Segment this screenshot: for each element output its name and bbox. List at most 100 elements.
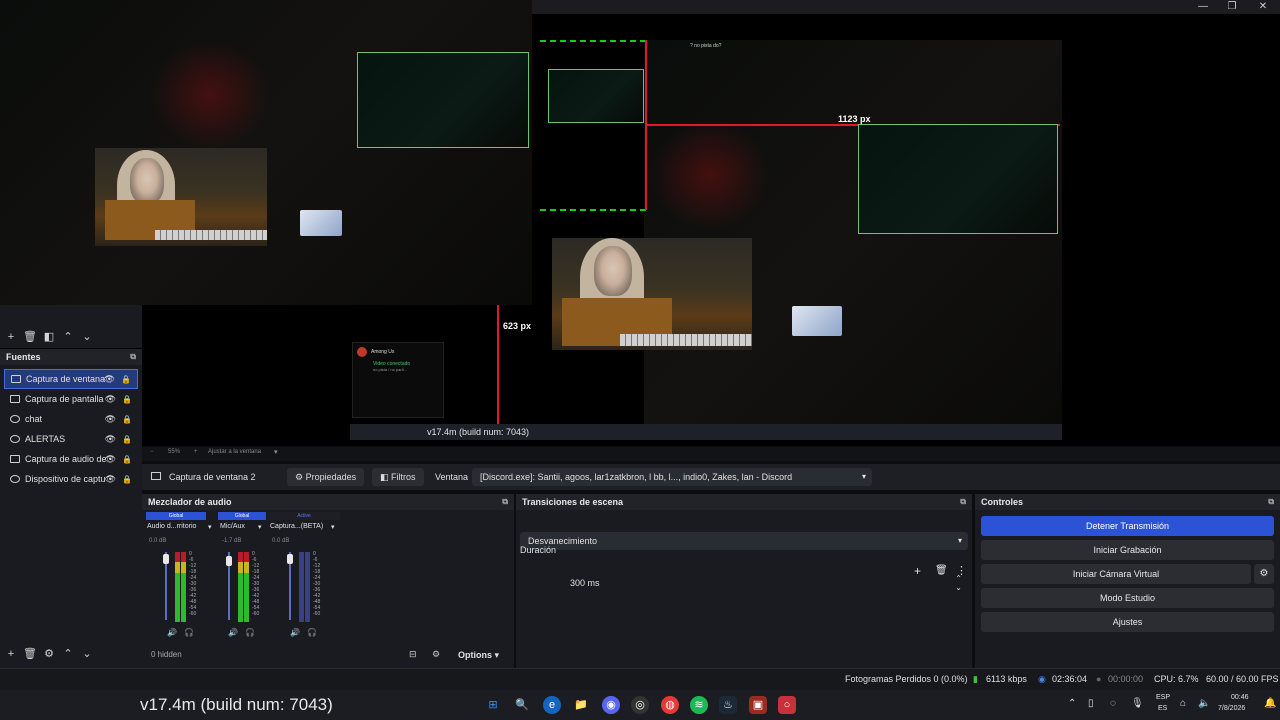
eye-icon[interactable]: 👁 [104,374,115,385]
chrome-icon[interactable]: ◍ [661,696,679,714]
controls-title: Controles ⧉ [975,494,1280,510]
filter-icon[interactable]: ◧ [40,329,58,345]
move-down-icon[interactable]: ⌄ [78,646,96,662]
speaker-icon[interactable]: 🔊 [290,628,300,637]
volume-knob[interactable] [163,554,169,564]
move-up-icon[interactable]: ⌃ [59,646,77,662]
zoom-in-button[interactable]: + [194,449,198,455]
obs-icon[interactable]: ◎ [631,696,649,714]
zoom-out-button[interactable]: − [150,449,154,455]
headphones-icon[interactable]: 🎧 [307,628,317,637]
start-recording-button[interactable]: Iniciar Grabación [981,540,1274,560]
hidden-count[interactable]: 0 hidden [151,650,182,659]
move-up-icon[interactable]: ⌃ [59,329,77,345]
duration-value: 300 ms [570,578,600,588]
speaker-icon[interactable]: 🔊 [228,628,238,637]
duration-input[interactable]: 300 ms ⌃ ⌄ [562,574,968,592]
lock-icon[interactable]: 🔒 [122,455,132,464]
transition-select[interactable]: Desvanecimiento ▾ [520,532,968,550]
search-icon[interactable]: 🔍 [513,696,531,714]
chevron-down-icon[interactable]: ▾ [208,523,212,531]
volume-icon[interactable]: 🔈 [1198,698,1210,709]
source-item[interactable]: Captura de pantalla 👁 🔒 [4,389,138,409]
filters-button[interactable]: ◧ Filtros [372,468,424,486]
captured-window-1[interactable] [357,52,529,148]
properties-label: Propiedades [305,472,357,482]
lock-icon[interactable]: 🔒 [122,415,132,424]
properties-button[interactable]: ⚙ Propiedades [287,468,365,486]
minimize-button[interactable]: — [1196,1,1210,13]
chat-overlay[interactable]: Among Us Video conectado no pista / no p… [352,342,444,418]
captured-window-2[interactable] [548,69,644,123]
add-icon[interactable]: + [2,329,20,345]
folder-icon[interactable]: 📁 [572,696,590,714]
source-item[interactable]: Captura de ventana 👁 🔒 [4,369,138,389]
network-icon[interactable]: ⌂ [1180,698,1186,709]
source-item[interactable]: ALERTAS 👁 🔒 [4,429,138,449]
move-down-icon[interactable]: ⌄ [78,329,96,345]
preview-canvas[interactable]: — ❐ ✕ ? no pista do? 1123 px 623 px Amon… [0,0,1280,446]
headphones-icon[interactable]: 🎧 [245,628,255,637]
volume-knob[interactable] [287,554,293,564]
discord-icon[interactable]: ◉ [602,696,620,714]
steam-icon[interactable]: ♨ [719,696,737,714]
microphone-icon[interactable]: 🎙 [1131,698,1144,709]
remove-transition-icon[interactable]: 🗑 [935,565,948,576]
gear-icon[interactable]: ⚙ [40,646,58,662]
add-transition-icon[interactable]: + [914,564,921,578]
captured-window-3[interactable] [858,124,1058,234]
lock-icon[interactable]: 🔒 [122,435,132,444]
stream-time: 02:36:04 [1052,674,1088,684]
trash-icon[interactable]: 🗑 [21,329,39,345]
undock-icon[interactable]: ⧉ [1268,494,1274,510]
chevron-down-icon[interactable]: ▾ [274,448,278,456]
guide-top [540,40,646,42]
edge-icon[interactable]: e [543,696,561,714]
headphones-icon[interactable]: 🎧 [184,628,194,637]
lock-icon[interactable]: 🔒 [122,475,132,484]
language-code[interactable]: ESP [1156,694,1170,701]
source-item[interactable]: chat 👁 🔒 [4,409,138,429]
eye-icon[interactable]: 👁 [105,394,116,405]
source-item[interactable]: Dispositivo de captu 👁 🔒 [4,469,138,489]
remove-source-icon[interactable]: 🗑 [21,646,39,662]
undock-icon[interactable]: ⧉ [130,349,136,365]
eye-icon[interactable]: 👁 [105,454,116,465]
settings-icon[interactable]: ⚙ [432,649,440,660]
clock-date[interactable]: 7/8/2026 [1218,705,1245,712]
lock-icon[interactable]: 🔒 [122,395,132,404]
eye-icon[interactable]: 👁 [105,414,116,425]
tray-chevron-icon[interactable]: ⌃ [1068,698,1076,709]
tray-app-icon[interactable]: ◌ [1110,698,1116,709]
fit-window-select[interactable]: Ajustar a la ventana [208,449,261,455]
eye-icon[interactable]: 👁 [105,434,116,445]
app-icon[interactable]: ○ [778,696,796,714]
settings-button[interactable]: Ajustes [981,612,1274,632]
language-layout[interactable]: ES [1158,705,1167,712]
close-button[interactable]: ✕ [1256,1,1270,13]
notifications-icon[interactable]: 🔔 [1264,698,1276,709]
options-button[interactable]: Options ▾ [458,650,499,661]
stop-streaming-button[interactable]: Detener Transmisión [981,516,1274,536]
chevron-down-icon[interactable]: ▾ [331,523,335,531]
more-options-icon[interactable]: ⋮ [956,564,967,577]
undock-icon[interactable]: ⧉ [502,494,508,510]
volume-knob[interactable] [226,556,232,566]
start-virtual-camera-button[interactable]: Iniciar Cámara Virtual [981,564,1251,584]
lock-icon[interactable]: 🔒 [121,375,131,384]
studio-mode-button[interactable]: Modo Estudio [981,588,1274,608]
speaker-icon[interactable]: 🔊 [167,628,177,637]
spotify-icon[interactable]: ≋ [690,696,708,714]
chevron-down-icon[interactable]: ▾ [258,523,262,531]
maximize-button[interactable]: ❐ [1225,1,1239,13]
undock-icon[interactable]: ⧉ [960,494,966,510]
windows-start-icon[interactable]: ⊞ [484,696,502,714]
layout-icon[interactable]: ⊟ [409,649,417,660]
game-icon[interactable]: ▣ [749,696,767,714]
add-source-icon[interactable]: + [2,646,20,662]
eye-icon[interactable]: 👁 [105,474,116,485]
gear-icon[interactable]: ⚙ [1254,564,1274,584]
window-select[interactable]: [Discord.exe]: Santii, agoos, lar1zatkbr… [472,468,872,486]
clock-time[interactable]: 00:46 [1231,694,1249,701]
source-item[interactable]: Captura de audio de 👁 🔒 [4,449,138,469]
